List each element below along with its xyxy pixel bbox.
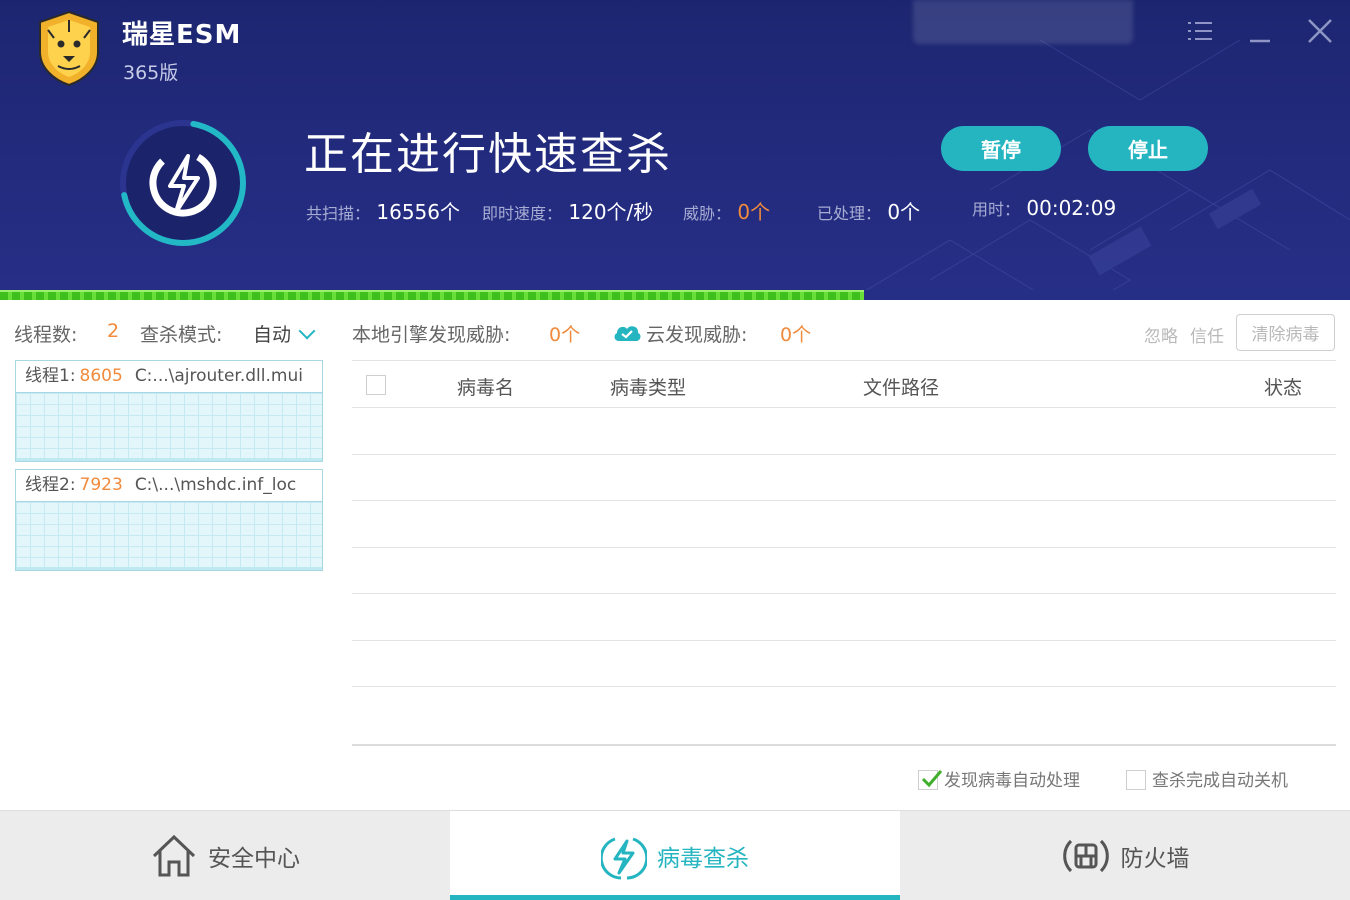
- mode-label: 查杀模式:: [140, 324, 223, 346]
- lion-logo-icon: [39, 10, 99, 86]
- tab-security-center[interactable]: 安全中心: [0, 811, 450, 900]
- close-icon[interactable]: [1305, 14, 1335, 48]
- tab-label: 防火墙: [1120, 846, 1190, 872]
- thread-path: C:\...\mshdc.inf_loc: [134, 475, 297, 495]
- stat-elapsed: 用时： 00:02:09: [972, 196, 1116, 220]
- auto-handle-label: 发现病毒自动处理: [944, 771, 1080, 791]
- thread-count: 8605: [79, 366, 123, 386]
- auto-handle-checkbox[interactable]: [918, 770, 942, 790]
- local-threats-value: 0个: [549, 324, 581, 346]
- column-header[interactable]: 病毒名: [457, 373, 514, 400]
- select-all-checkbox[interactable]: [366, 375, 386, 395]
- table-row: [352, 641, 1336, 687]
- auto-shutdown-option[interactable]: 查杀完成自动关机: [1126, 766, 1288, 791]
- scan-progress-ring-icon: [120, 120, 246, 246]
- stat-scanned: 共扫描： 16556个: [306, 196, 460, 225]
- thread-header: 线程1: 8605 C:...\ajrouter.dll.mui: [16, 361, 322, 393]
- scan-details: 线程数: 2 查杀模式: 自动 本地引擎发现威胁: 0个 云发现威胁: 0个 忽…: [0, 300, 1350, 810]
- thread-panel: 线程2: 7923 C:\...\mshdc.inf_loc: [15, 469, 323, 571]
- app-title: 瑞星ESM: [122, 20, 242, 50]
- tab-label: 病毒查杀: [657, 846, 749, 872]
- trust-link[interactable]: 信任: [1190, 322, 1224, 347]
- scan-title: 正在进行快速查杀: [304, 129, 672, 180]
- clean-virus-button[interactable]: 清除病毒: [1236, 314, 1335, 351]
- stat-speed-value: 120个/秒: [568, 200, 654, 224]
- thread-label: 线程1:: [25, 366, 76, 386]
- stat-threats-label: 威胁：: [683, 204, 732, 223]
- scan-stats: 共扫描： 16556个 即时速度： 120个/秒 威胁： 0个 已处理： 0个 …: [306, 196, 1306, 226]
- table-row: [352, 408, 1336, 455]
- scan-progress-fill: [0, 290, 864, 300]
- thread-count: 7923: [79, 475, 123, 495]
- stat-elapsed-value: 00:02:09: [1026, 196, 1117, 220]
- thread-activity-graph: [16, 502, 322, 570]
- mode-value: 自动: [253, 324, 292, 346]
- bottom-nav: 安全中心 病毒查杀 防火墙: [0, 810, 1350, 900]
- tab-virus-scan[interactable]: 病毒查杀: [450, 811, 900, 900]
- table-row: [352, 548, 1336, 594]
- threat-table: 病毒名 病毒类型 文件路径 状态: [352, 360, 1336, 746]
- stat-elapsed-label: 用时：: [972, 200, 1021, 219]
- threads-label: 线程数:: [14, 324, 78, 346]
- cloud-check-icon: [614, 326, 641, 341]
- column-header[interactable]: 文件路径: [863, 373, 939, 400]
- tab-label: 安全中心: [208, 846, 300, 872]
- header: 瑞星ESM 365版 正在进行快速查杀 暂停 停止 共扫描： 16556个 即时…: [0, 0, 1350, 300]
- ignore-link[interactable]: 忽略: [1144, 322, 1178, 347]
- stat-handled-value: 0个: [887, 200, 921, 224]
- list-menu-icon[interactable]: [1185, 14, 1215, 48]
- auto-shutdown-checkbox[interactable]: [1126, 770, 1146, 790]
- column-header[interactable]: 状态: [1264, 373, 1302, 400]
- thread-path: C:...\ajrouter.dll.mui: [134, 366, 303, 386]
- stat-threats-value: 0个: [737, 200, 771, 224]
- stat-handled-label: 已处理：: [817, 204, 882, 223]
- house-icon: [152, 834, 196, 877]
- scan-progress-bar: [0, 290, 1350, 300]
- stat-threats: 威胁： 0个: [683, 196, 770, 225]
- threads-value: 2: [107, 320, 120, 342]
- checkmark-icon: [921, 770, 942, 788]
- table-row: [352, 501, 1336, 548]
- local-threats-label: 本地引擎发现威胁:: [352, 324, 511, 346]
- user-badge[interactable]: [913, 0, 1133, 44]
- table-bottom-border: [352, 744, 1336, 746]
- minimize-icon[interactable]: [1245, 14, 1275, 48]
- auto-shutdown-label: 查杀完成自动关机: [1152, 771, 1288, 791]
- auto-handle-option[interactable]: 发现病毒自动处理: [918, 766, 1080, 791]
- thread-label: 线程2:: [25, 475, 76, 495]
- thread-panel: 线程1: 8605 C:...\ajrouter.dll.mui: [15, 360, 323, 462]
- table-header: 病毒名 病毒类型 文件路径 状态: [352, 360, 1336, 408]
- table-row: [352, 455, 1336, 501]
- thread-activity-graph: [16, 393, 322, 461]
- cloud-threats-value: 0个: [780, 324, 812, 346]
- table-row: [352, 594, 1336, 641]
- stat-speed-label: 即时速度：: [482, 204, 563, 223]
- cloud-threats-label: 云发现威胁:: [646, 324, 748, 346]
- firewall-icon: [1062, 839, 1109, 873]
- thread-header: 线程2: 7923 C:\...\mshdc.inf_loc: [16, 470, 322, 502]
- stat-speed: 即时速度： 120个/秒: [482, 196, 653, 225]
- lightning-icon: [601, 837, 647, 880]
- tab-firewall[interactable]: 防火墙: [900, 811, 1350, 900]
- table-row: [352, 687, 1336, 734]
- app-edition: 365版: [123, 62, 179, 84]
- chevron-down-icon: [298, 322, 316, 340]
- pause-button[interactable]: 暂停: [941, 126, 1061, 171]
- mode-dropdown[interactable]: 自动: [253, 320, 316, 347]
- column-header[interactable]: 病毒类型: [610, 373, 686, 400]
- stat-scanned-value: 16556个: [376, 200, 460, 224]
- stop-button[interactable]: 停止: [1088, 126, 1208, 171]
- stat-handled: 已处理： 0个: [817, 196, 920, 225]
- stat-scanned-label: 共扫描：: [306, 204, 371, 223]
